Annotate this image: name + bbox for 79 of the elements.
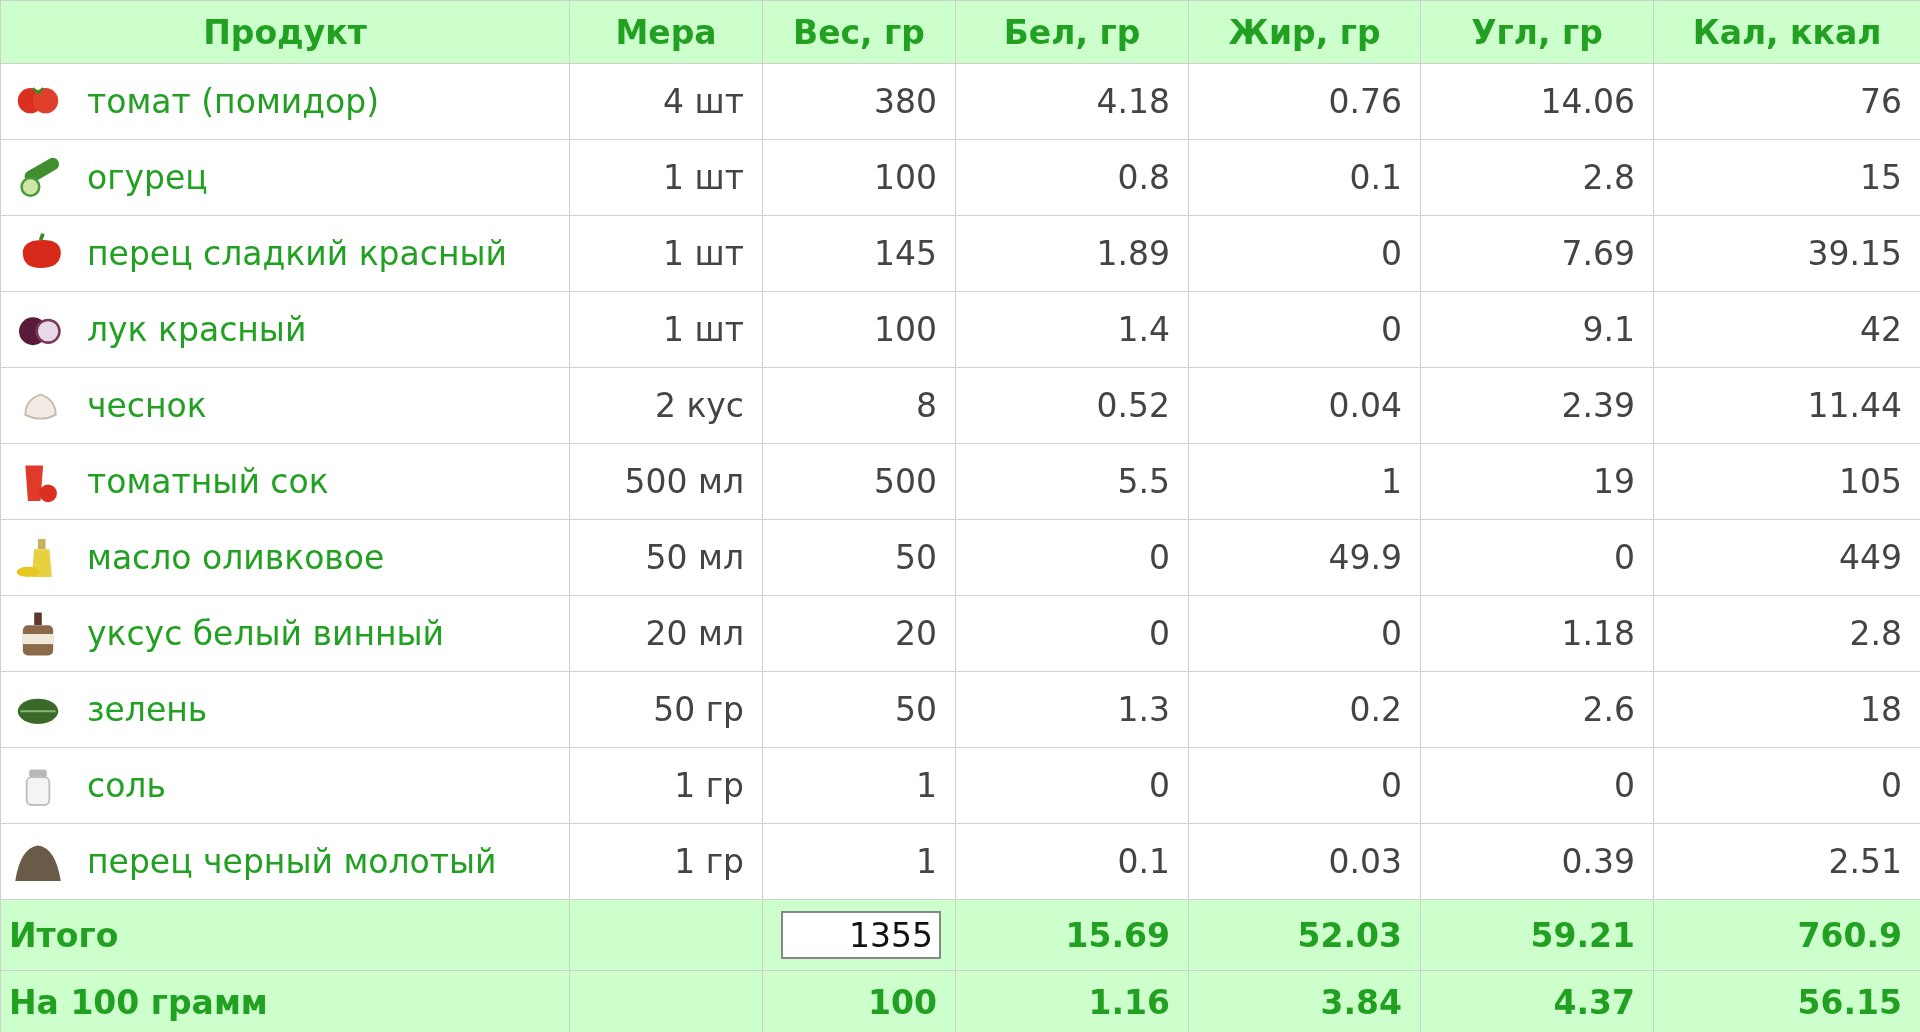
table-cell: 0 bbox=[955, 519, 1189, 596]
product-link[interactable]: чеснок bbox=[87, 386, 207, 425]
table-cell: 2.39 bbox=[1420, 367, 1654, 444]
table-cell: 9.1 bbox=[1420, 291, 1654, 368]
table-cell: 50 bbox=[762, 519, 956, 596]
total-cell: 15.69 bbox=[955, 899, 1189, 971]
table-cell: 0.03 bbox=[1188, 823, 1421, 900]
product-link[interactable]: лук красный bbox=[87, 310, 307, 349]
table-cell: 49.9 bbox=[1188, 519, 1421, 596]
column-header: Кал, ккал bbox=[1653, 0, 1920, 64]
table-cell: 500 bbox=[762, 443, 956, 520]
table-cell: 2 кус bbox=[569, 367, 763, 444]
table-cell: 0 bbox=[1188, 747, 1421, 824]
product-link[interactable]: огурец bbox=[87, 158, 208, 197]
table-cell: 0.39 bbox=[1420, 823, 1654, 900]
table-cell: 0.04 bbox=[1188, 367, 1421, 444]
table-cell: 2.6 bbox=[1420, 671, 1654, 748]
column-header: Бел, гр bbox=[955, 0, 1189, 64]
table-cell: 2.8 bbox=[1420, 139, 1654, 216]
table-cell: 0 bbox=[1188, 215, 1421, 292]
table-cell: 50 bbox=[762, 671, 956, 748]
total-cell: 56.15 bbox=[1653, 970, 1920, 1032]
total-cell: 3.84 bbox=[1188, 970, 1421, 1032]
table-cell: 1.3 bbox=[955, 671, 1189, 748]
column-header: Жир, гр bbox=[1188, 0, 1421, 64]
table-cell: 1 bbox=[762, 747, 956, 824]
table-cell: 0 bbox=[1420, 747, 1654, 824]
table-cell: 100 bbox=[762, 139, 956, 216]
table-cell: 0 bbox=[1420, 519, 1654, 596]
table-cell: 1 гр bbox=[569, 823, 763, 900]
table-cell: 0 bbox=[1188, 291, 1421, 368]
table-cell: 380 bbox=[762, 63, 956, 140]
table-cell: 1 шт bbox=[569, 291, 763, 368]
table-cell: 1 шт bbox=[569, 139, 763, 216]
table-cell: 0.1 bbox=[955, 823, 1189, 900]
table-cell: 5.5 bbox=[955, 443, 1189, 520]
column-header: Мера bbox=[569, 0, 763, 64]
product-link[interactable]: зелень bbox=[87, 690, 208, 729]
table-cell: 20 мл bbox=[569, 595, 763, 672]
table-cell: 50 мл bbox=[569, 519, 763, 596]
table-cell: 8 bbox=[762, 367, 956, 444]
total-cell: 59.21 bbox=[1420, 899, 1654, 971]
table-cell: 4.18 bbox=[955, 63, 1189, 140]
column-header: Продукт bbox=[0, 0, 570, 64]
total-label: Итого bbox=[0, 899, 570, 971]
table-cell: 1 bbox=[762, 823, 956, 900]
table-cell: 1.89 bbox=[955, 215, 1189, 292]
table-cell: 20 bbox=[762, 595, 956, 672]
column-header: Вес, гр bbox=[762, 0, 956, 64]
table-cell: 1 bbox=[1188, 443, 1421, 520]
total-label: На 100 грамм bbox=[0, 970, 570, 1032]
total-cell: 100 bbox=[762, 970, 956, 1032]
table-cell: 0.8 bbox=[955, 139, 1189, 216]
column-header: Угл, гр bbox=[1420, 0, 1654, 64]
table-cell: 19 bbox=[1420, 443, 1654, 520]
table-cell: 0 bbox=[955, 595, 1189, 672]
table-cell: 14.06 bbox=[1420, 63, 1654, 140]
table-cell: 0.1 bbox=[1188, 139, 1421, 216]
table-cell: 145 bbox=[762, 215, 956, 292]
table-cell: 100 bbox=[762, 291, 956, 368]
table-cell: 0.76 bbox=[1188, 63, 1421, 140]
table-cell: 7.69 bbox=[1420, 215, 1654, 292]
table-cell: 4 шт bbox=[569, 63, 763, 140]
table-cell: 0 bbox=[1188, 595, 1421, 672]
table-cell: 1.18 bbox=[1420, 595, 1654, 672]
table-cell: 1 гр bbox=[569, 747, 763, 824]
table-cell: 0.52 bbox=[955, 367, 1189, 444]
total-cell: 760.9 bbox=[1653, 899, 1920, 971]
total-cell: 4.37 bbox=[1420, 970, 1654, 1032]
weight-input[interactable]: 1355 bbox=[781, 911, 941, 959]
table-cell: 1 шт bbox=[569, 215, 763, 292]
table-cell: 1.4 bbox=[955, 291, 1189, 368]
total-cell: 52.03 bbox=[1188, 899, 1421, 971]
table-cell: 500 мл bbox=[569, 443, 763, 520]
table-cell: 0.2 bbox=[1188, 671, 1421, 748]
table-cell: 50 гр bbox=[569, 671, 763, 748]
product-link[interactable]: соль bbox=[87, 766, 166, 805]
total-cell: 1.16 bbox=[955, 970, 1189, 1032]
table-cell: 0 bbox=[955, 747, 1189, 824]
